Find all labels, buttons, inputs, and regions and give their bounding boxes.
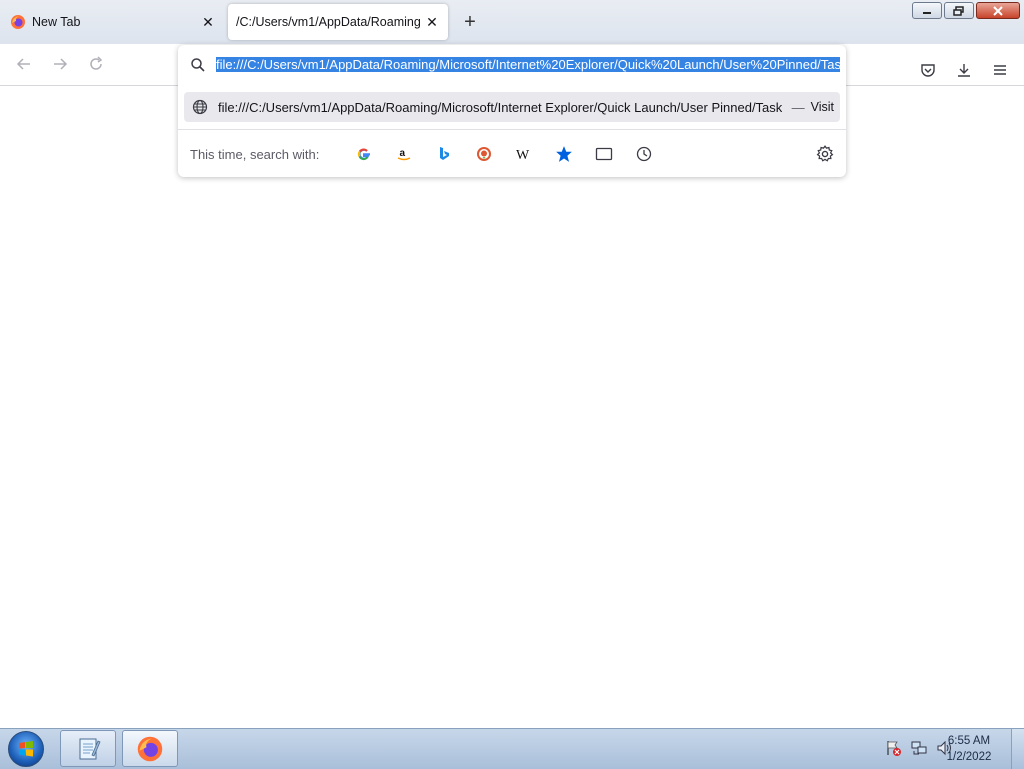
url-text-selected[interactable]: file:///C:/Users/vm1/AppData/Roaming/Mic…: [216, 57, 840, 72]
bookmarks-engine-button[interactable]: [550, 140, 578, 168]
one-off-search-bar: This time, search with: a W: [178, 137, 846, 171]
wikipedia-engine-button[interactable]: W: [510, 140, 538, 168]
clock-time: 6:55 AM: [947, 735, 991, 747]
firefox-icon: [11, 15, 25, 29]
pocket-icon: [921, 64, 935, 77]
back-button[interactable]: [10, 50, 38, 78]
divider: [178, 129, 846, 130]
tab-title: New Tab: [32, 15, 81, 29]
amazon-engine-button[interactable]: a: [390, 140, 418, 168]
tabs-engine-button[interactable]: [590, 140, 618, 168]
clock-date: 1/2/2022: [946, 751, 992, 763]
tab-close-button[interactable]: ✕: [196, 10, 220, 34]
wikipedia-icon: W: [516, 148, 530, 162]
download-icon: [958, 64, 970, 77]
windows-logo-icon: [8, 731, 44, 767]
bing-engine-button[interactable]: [430, 140, 458, 168]
suggestion-action: Visit: [810, 100, 834, 114]
hamburger-menu-icon: [994, 65, 1006, 75]
restore-icon: [953, 5, 964, 16]
minimize-button[interactable]: [912, 2, 942, 19]
search-icon: [191, 58, 205, 72]
bing-icon: [440, 147, 449, 160]
notepad-icon: [79, 738, 101, 759]
new-tab-button[interactable]: +: [456, 8, 484, 36]
downloads-button[interactable]: [950, 56, 978, 84]
minimize-icon: [923, 11, 931, 14]
gear-icon: [816, 145, 834, 162]
tabs-icon: [595, 147, 613, 161]
windows-flag-icon: [19, 741, 33, 757]
tab-active[interactable]: /C:/Users/vm1/AppData/Roaming/Microsoft/…: [228, 4, 448, 40]
taskbar-firefox-button[interactable]: [122, 730, 178, 767]
taskbar-notepad-button[interactable]: [60, 730, 116, 767]
svg-text:W: W: [516, 148, 530, 162]
network-icon[interactable]: [910, 739, 928, 757]
close-window-button[interactable]: [976, 2, 1020, 19]
url-suggestion-row[interactable]: file:///C:/Users/vm1/AppData/Roaming/Mic…: [184, 92, 840, 122]
start-button[interactable]: [4, 731, 48, 767]
svg-text:a: a: [400, 148, 406, 159]
firefox-icon: [137, 736, 163, 761]
restore-button[interactable]: [944, 2, 974, 19]
taskbar-clock[interactable]: 6:55 AM 1/2/2022: [934, 733, 1004, 765]
globe-icon: [192, 99, 208, 115]
back-arrow-icon: [16, 58, 30, 70]
action-center-flag-icon[interactable]: [884, 739, 902, 757]
menu-button[interactable]: [986, 56, 1014, 84]
urlbar[interactable]: file:///C:/Users/vm1/AppData/Roaming/Mic…: [178, 45, 846, 85]
history-clock-icon: [636, 146, 652, 162]
google-icon: [357, 148, 370, 161]
suggestion-separator: —: [791, 99, 805, 115]
show-desktop-button[interactable]: [1011, 729, 1024, 769]
forward-button[interactable]: [46, 50, 74, 78]
urlbar-dropdown: file:///C:/Users/vm1/AppData/Roaming/Mic…: [178, 45, 846, 177]
amazon-icon: a: [397, 148, 411, 161]
reload-icon: [90, 56, 103, 70]
star-bookmarks-icon: [556, 146, 572, 162]
windows-taskbar: 6:55 AM 1/2/2022: [0, 728, 1024, 769]
tab-title: /C:/Users/vm1/AppData/Roaming/Microsoft/…: [236, 15, 420, 29]
tab-strip: New Tab ✕ /C:/Users/vm1/AppData/Roaming/…: [0, 0, 1024, 44]
pocket-button[interactable]: [914, 56, 942, 84]
window-controls: [912, 2, 1020, 19]
forward-arrow-icon: [54, 58, 68, 70]
duckduckgo-icon: [477, 147, 491, 161]
url-input[interactable]: file:///C:/Users/vm1/AppData/Roaming/Mic…: [216, 56, 840, 74]
history-engine-button[interactable]: [630, 140, 658, 168]
toolbar-right: [914, 50, 1014, 78]
duckduckgo-engine-button[interactable]: [470, 140, 498, 168]
reload-button[interactable]: [82, 50, 110, 78]
search-with-label: This time, search with:: [190, 146, 320, 162]
suggestion-url: file:///C:/Users/vm1/AppData/Roaming/Mic…: [218, 99, 782, 115]
google-engine-button[interactable]: [350, 140, 378, 168]
close-icon: [993, 5, 1003, 16]
tab-close-button[interactable]: ✕: [420, 10, 444, 34]
search-settings-button[interactable]: [814, 143, 836, 165]
tab-new-tab[interactable]: New Tab ✕: [0, 4, 224, 40]
